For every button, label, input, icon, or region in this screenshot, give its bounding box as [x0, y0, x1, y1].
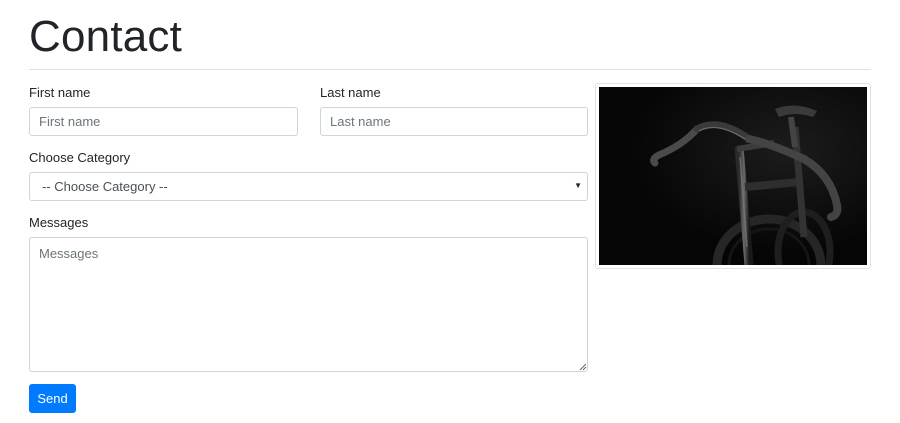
last-name-input[interactable] [320, 107, 588, 136]
first-name-label: First name [29, 85, 91, 100]
page-title: Contact [29, 12, 183, 61]
messages-textarea[interactable] [29, 237, 588, 372]
title-divider [29, 69, 871, 70]
bicycle-image [595, 83, 871, 269]
contact-page: Contact First name Last name Choose Cate… [0, 0, 900, 423]
send-button[interactable]: Send [29, 384, 76, 413]
bicycle-photo [599, 87, 867, 265]
category-select[interactable]: -- Choose Category -- ▼ [29, 172, 588, 201]
last-name-label: Last name [320, 85, 381, 100]
first-name-input[interactable] [29, 107, 298, 136]
category-label: Choose Category [29, 150, 131, 165]
resize-grip-icon[interactable] [579, 363, 587, 371]
caret-down-icon: ▼ [574, 181, 582, 190]
messages-label: Messages [29, 215, 89, 230]
category-selected-value: -- Choose Category -- [42, 179, 168, 194]
